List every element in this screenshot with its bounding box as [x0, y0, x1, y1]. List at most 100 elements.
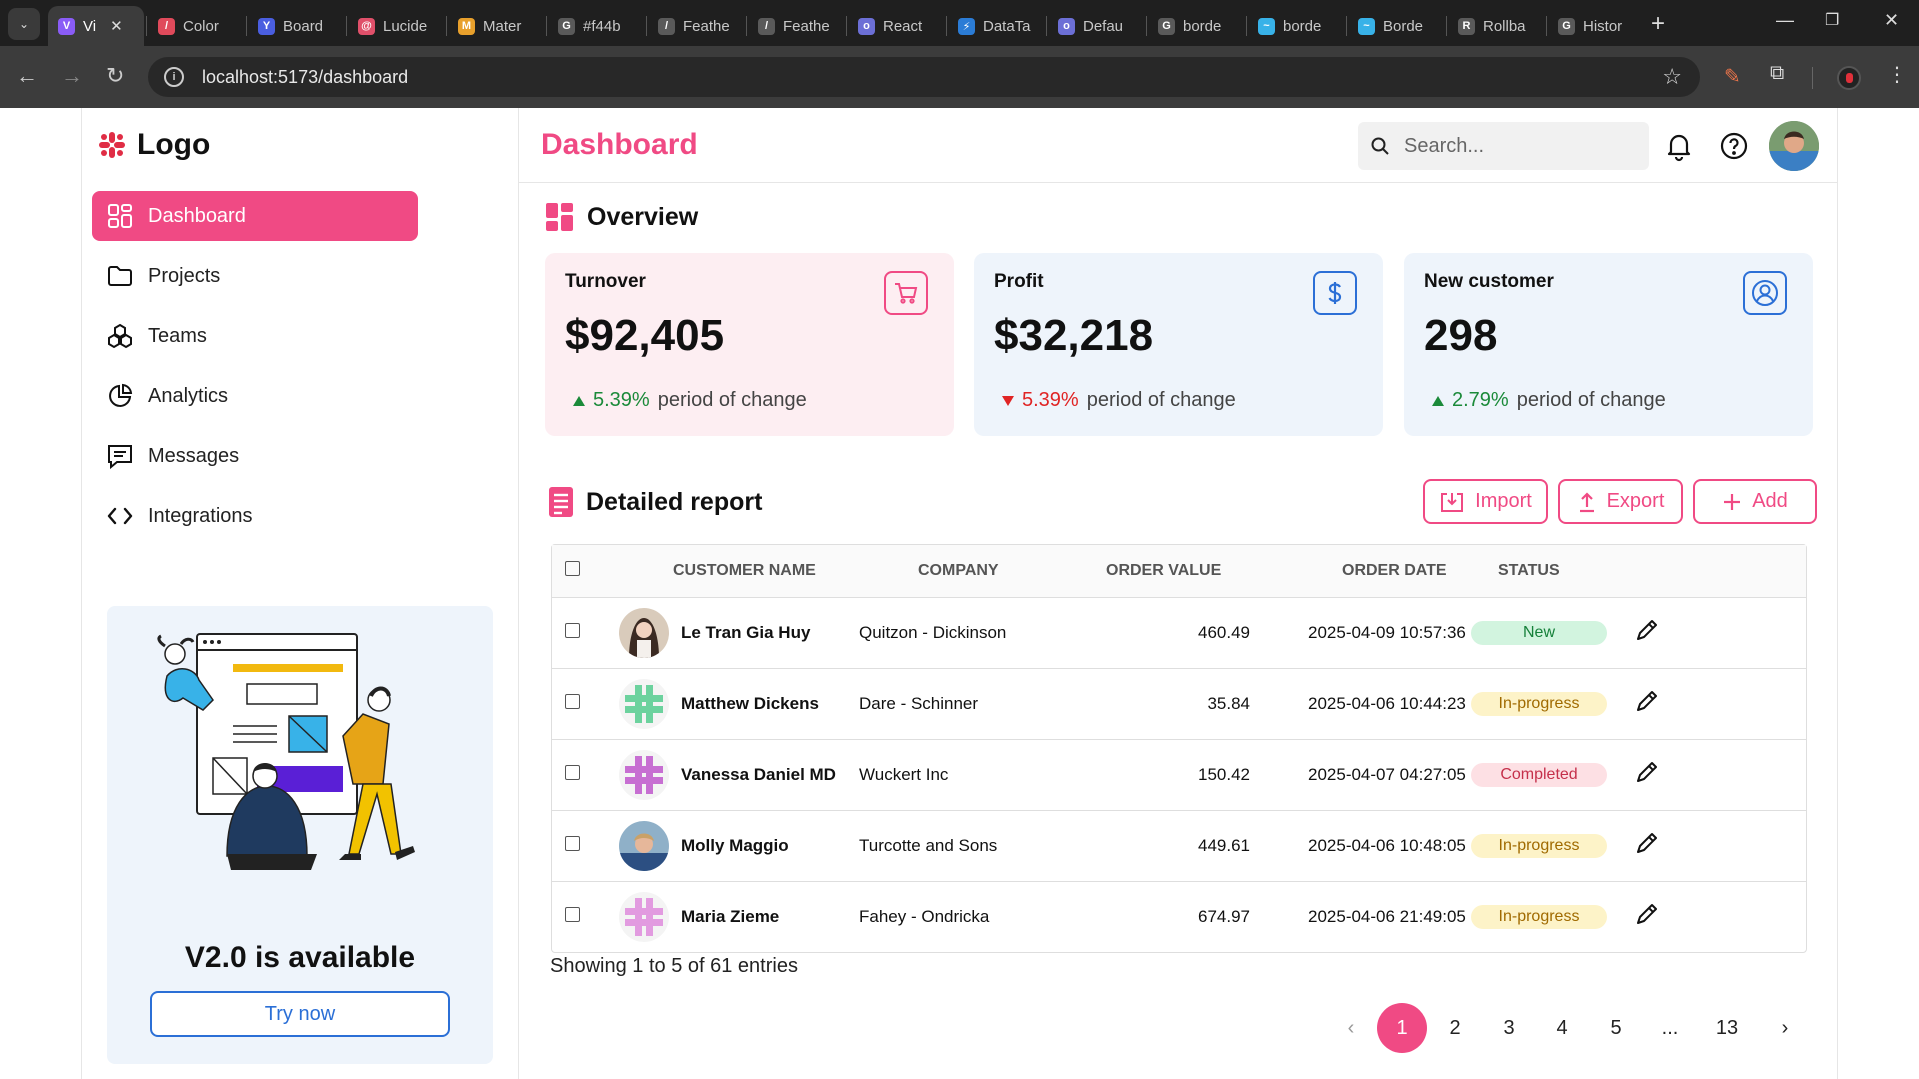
bookmark-star-icon[interactable]: ☆ [1662, 64, 1682, 90]
browser-tab[interactable]: Gborde [1148, 6, 1244, 46]
pagination-next-button[interactable]: › [1770, 1003, 1800, 1053]
column-header-company[interactable]: Company [859, 545, 1064, 597]
tab-separator [446, 16, 447, 36]
sidebar-item-projects[interactable]: Projects [92, 251, 418, 301]
column-header-status[interactable]: Status [1471, 545, 1624, 597]
browser-tab[interactable]: o React [848, 6, 944, 46]
user-circle-icon [1743, 271, 1787, 315]
browser-tab[interactable]: ⚡ DataTa [948, 6, 1044, 46]
browser-tab[interactable]: G #f44b [548, 6, 644, 46]
tab-close-icon[interactable]: ✕ [110, 17, 123, 35]
logo[interactable]: Logo [97, 128, 210, 162]
restore-icon[interactable]: ❐ [1825, 10, 1839, 30]
sidebar-item-label: Integrations [148, 504, 253, 527]
new-tab-button[interactable]: + [1651, 10, 1665, 38]
import-button[interactable]: Import [1423, 479, 1548, 524]
upgrade-promo-card: V2.0 is available Try now [107, 606, 493, 1064]
browser-tab[interactable]: ~ Borde [1348, 6, 1444, 46]
table-row[interactable]: Matthew Dickens Dare - Schinner 35.84 2025-… [552, 668, 1806, 739]
edit-pencil-icon[interactable] [1634, 688, 1660, 714]
sidebar-item-analytics[interactable]: Analytics [92, 371, 418, 421]
edit-pencil-icon[interactable] [1634, 617, 1660, 643]
tab-separator [646, 16, 647, 36]
tab-search-button[interactable]: ⌄ [8, 8, 40, 40]
row-checkbox[interactable] [565, 693, 580, 709]
extension-pen-icon[interactable]: ✎ [1724, 64, 1741, 89]
select-all-checkbox[interactable] [565, 560, 580, 576]
sidebar-item-dashboard[interactable]: Dashboard [92, 191, 418, 241]
sidebar-item-integrations[interactable]: Integrations [92, 491, 418, 541]
close-window-icon[interactable]: ✕ [1884, 10, 1899, 31]
tab-title: Feathe [683, 17, 730, 35]
search-box[interactable] [1358, 122, 1649, 170]
reload-icon[interactable]: ↻ [106, 64, 124, 88]
browser-tab[interactable]: V Vi ✕ [48, 6, 144, 46]
tab-separator [1246, 16, 1247, 36]
user-avatar[interactable] [1769, 121, 1819, 171]
column-header-order-date[interactable]: Order date [1290, 545, 1471, 597]
edit-pencil-icon[interactable] [1634, 901, 1660, 927]
browser-tab[interactable]: R Rollba [1448, 6, 1544, 46]
table-row[interactable]: Le Tran Gia Huy Quitzon - Dickinson 460.49… [552, 597, 1806, 668]
search-input[interactable] [1404, 134, 1624, 158]
sidebar-item-teams[interactable]: Teams [92, 311, 418, 361]
browser-tab[interactable]: ~ borde [1248, 6, 1344, 46]
help-icon[interactable] [1718, 130, 1750, 162]
browser-tab[interactable]: G Histor [1548, 6, 1644, 46]
table-row[interactable]: Vanessa Daniel MD Wuckert Inc 150.42 2025-0… [552, 739, 1806, 810]
pagination-page-1[interactable]: 1 [1377, 1003, 1427, 1053]
row-checkbox[interactable] [565, 835, 580, 851]
tab-title: Rollba [1483, 17, 1526, 35]
bell-icon[interactable] [1663, 130, 1695, 162]
table-row[interactable]: Molly Maggio Turcotte and Sons 449.61 2025-… [552, 810, 1806, 881]
sidebar-item-label: Projects [148, 264, 221, 287]
triangle-down-icon [1002, 395, 1014, 406]
pagination-page-13[interactable]: 13 [1700, 1003, 1754, 1053]
row-checkbox[interactable] [565, 622, 580, 638]
add-button[interactable]: Add [1693, 479, 1817, 524]
table-row[interactable]: Maria Zieme Fahey - Ondricka 674.97 2025-04… [552, 881, 1806, 952]
tab-separator [746, 16, 747, 36]
edit-pencil-icon[interactable] [1634, 830, 1660, 856]
actions-cell [1624, 739, 1806, 810]
try-now-button[interactable]: Try now [150, 991, 450, 1037]
column-header-order-value[interactable]: Order value [1064, 545, 1290, 597]
browser-tab[interactable]: @ Lucide [348, 6, 444, 46]
minimize-icon[interactable]: — [1776, 10, 1794, 31]
sidebar-item-messages[interactable]: Messages [92, 431, 418, 481]
pagination-page-4[interactable]: 4 [1537, 1003, 1587, 1053]
edit-pencil-icon[interactable] [1634, 759, 1660, 785]
browser-menu-icon[interactable]: ⋮ [1887, 62, 1907, 87]
export-button[interactable]: Export [1558, 479, 1683, 524]
pagination-page-2[interactable]: 2 [1430, 1003, 1480, 1053]
browser-tab[interactable]: / Feathe [648, 6, 744, 46]
stat-card-title: Profit [994, 271, 1044, 292]
tab-title: Vi [83, 17, 97, 35]
browser-tab[interactable]: / Color [148, 6, 244, 46]
row-checkbox[interactable] [565, 764, 580, 780]
tab-favicon-icon: G [558, 17, 575, 35]
stat-card-value: $92,405 [565, 311, 725, 360]
row-checkbox[interactable] [565, 906, 580, 922]
sidebar-item-label: Teams [148, 324, 207, 347]
customer-avatar [619, 678, 669, 729]
extensions-puzzle-icon[interactable]: ⧉ [1770, 62, 1784, 85]
pagination-page-5[interactable]: 5 [1591, 1003, 1641, 1053]
column-header-customer[interactable]: Customer name [634, 545, 859, 597]
profile-icon[interactable] [1837, 66, 1861, 90]
browser-tab[interactable]: o Defau [1048, 6, 1144, 46]
overview-title: Overview [587, 202, 699, 231]
stat-card-title: Turnover [565, 271, 646, 292]
browser-tab[interactable]: Y Board [248, 6, 344, 46]
pie-chart-icon [109, 383, 133, 407]
pagination-prev-button[interactable]: ‹ [1336, 1003, 1366, 1053]
site-info-icon[interactable]: i [164, 67, 184, 87]
browser-tab[interactable]: M Mater [448, 6, 544, 46]
pagination-page-3[interactable]: 3 [1484, 1003, 1534, 1053]
forward-arrow-icon[interactable]: → [61, 64, 83, 88]
customer-avatar [619, 749, 669, 800]
browser-tab[interactable]: / Feathe [748, 6, 844, 46]
address-bar[interactable]: i localhost:5173/dashboard ☆ [148, 57, 1700, 97]
back-arrow-icon[interactable]: ← [16, 64, 38, 88]
report-title: Detailed report [586, 487, 763, 516]
